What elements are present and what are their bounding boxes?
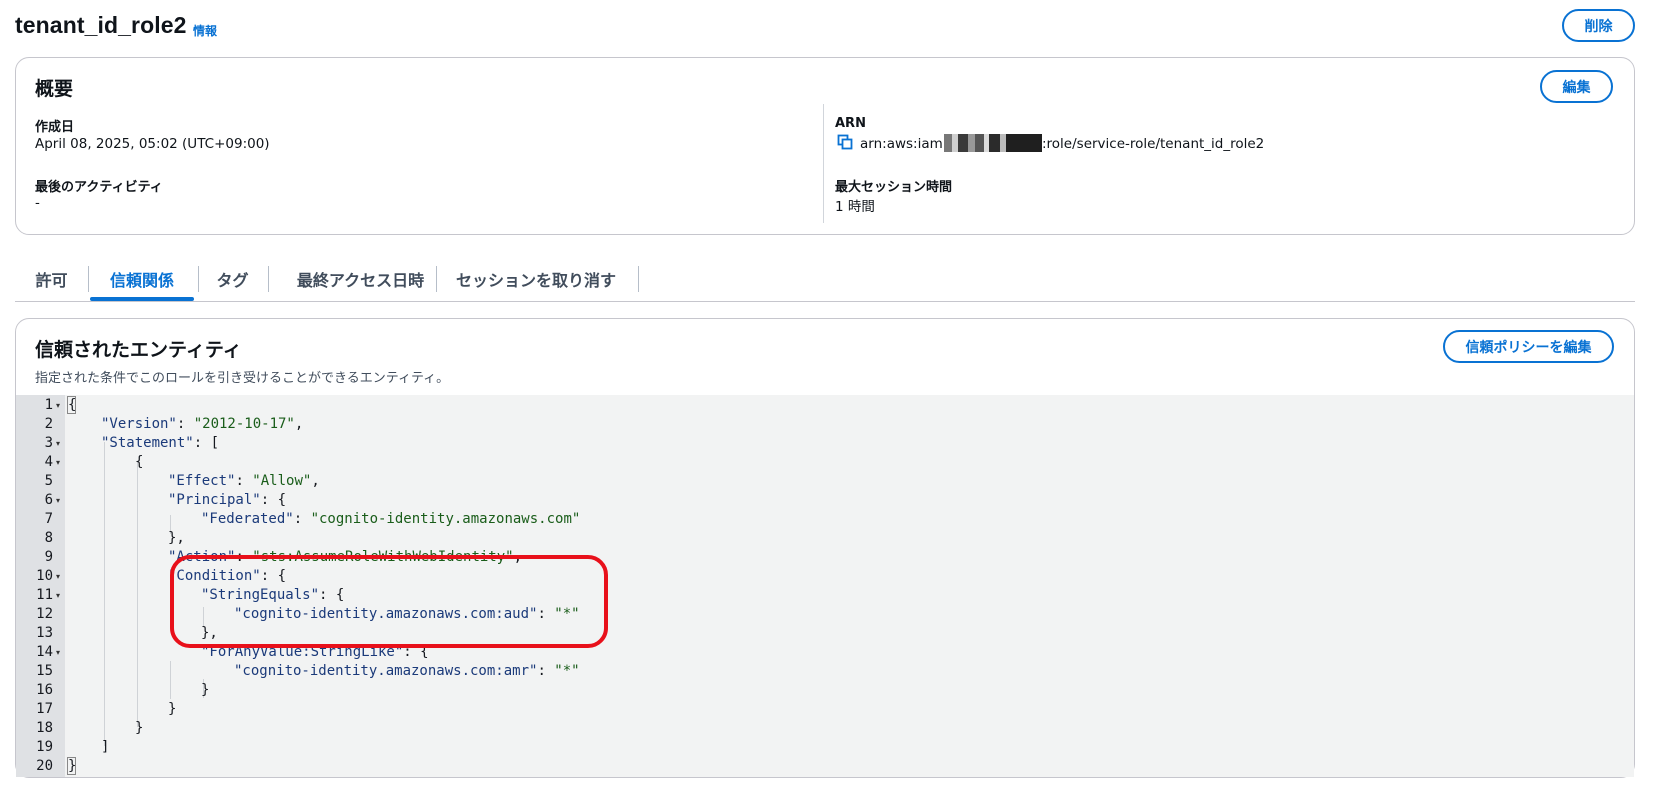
arn-label: ARN [835,116,866,131]
code-line: "Principal": { [168,492,287,508]
last-activity-label: 最後のアクティビティ [35,180,163,195]
fold-toggle-icon[interactable]: ▾ [56,643,60,662]
fold-toggle-icon[interactable]: ▾ [56,491,60,510]
arn-suffix: :role/service-role/tenant_id_role2 [1042,136,1265,152]
line-number: 18 [36,720,53,736]
line-number: 15 [36,663,53,679]
code-line: "Statement": [ [101,435,220,451]
tab-permissions[interactable]: 許可 [33,256,70,301]
code-line: } [135,720,144,736]
code-token: "Allow" [252,473,312,489]
code-token: "Statement" [101,435,194,451]
trusted-entities-description: 指定された条件でこのロールを引き受けることができるエンティティ。 [35,371,450,386]
summary-title: 概要 [35,78,74,100]
tab-separator [88,266,89,292]
trusted-entities-title: 信頼されたエンティティ [35,339,242,361]
condition-highlight-box [170,555,608,648]
line-number: 13 [36,625,53,641]
arn-prefix: arn:aws:iam:: [860,136,952,152]
tab-separator [198,266,199,292]
indent-guide [170,661,171,699]
code-line: "Version": "2012-10-17", [101,416,304,432]
line-number: 2 [44,416,53,432]
tab-bar: 許可 信頼関係 タグ 最終アクセス日時 セッションを取り消す [15,256,1635,302]
info-link[interactable]: 情報 [193,22,217,39]
line-number: 5 [44,473,53,489]
code-token: "Effect" [168,473,236,489]
tab-trust-relationships[interactable]: 信頼関係 [90,256,194,301]
indent-guide [104,442,105,746]
code-token: { [68,397,77,413]
fold-toggle-icon[interactable]: ▾ [56,434,60,453]
code-token: "cognito-identity.amazonaws.com" [310,511,581,527]
line-number: 17 [36,701,53,717]
delete-button[interactable]: 削除 [1562,9,1635,42]
code-line: { [68,396,76,415]
code-token: "*" [554,663,580,679]
fold-toggle-icon[interactable]: ▾ [56,453,60,472]
line-number: 16 [36,682,53,698]
fold-toggle-icon[interactable]: ▾ [56,567,60,586]
page-title: tenant_id_role2 [15,12,187,38]
line-number: 9 [44,549,53,565]
max-session-label: 最大セッション時間 [835,180,953,195]
line-number: 10 [36,568,53,584]
code-line: "cognito-identity.amazonaws.com:amr": "*… [234,663,580,679]
code-token: "cognito-identity.amazonaws.com:amr" [234,663,538,679]
line-number: 6 [44,492,53,508]
code-token: "2012-10-17" [193,416,295,432]
line-number: 8 [44,530,53,546]
code-line: } [201,682,210,698]
code-line: }, [168,530,185,546]
code-token: "Principal" [168,492,261,508]
code-line: ] [101,739,110,755]
created-value: April 08, 2025, 05:02 (UTC+09:00) [35,136,270,152]
summary-divider [823,104,824,223]
code-token: "Federated" [201,511,294,527]
tab-revoke-sessions[interactable]: セッションを取り消す [450,256,622,301]
tab-tags[interactable]: タグ [210,256,255,301]
tab-separator [436,266,437,292]
line-number: 12 [36,606,53,622]
line-number: 11 [36,587,53,603]
redacted-account-id [944,134,1042,152]
line-number: 19 [36,739,53,755]
code-line: } [68,757,76,776]
active-tab-indicator [90,297,194,301]
line-number: 3 [44,435,53,451]
code-line: "Federated": "cognito-identity.amazonaws… [201,511,581,527]
line-number: 14 [36,644,53,660]
tab-separator [268,266,269,292]
line-number: 7 [44,511,53,527]
line-number: 1 [44,397,53,413]
fold-toggle-icon[interactable]: ▾ [56,396,60,415]
copy-icon[interactable] [837,134,853,150]
line-number: 20 [36,758,53,774]
tab-last-accessed[interactable]: 最終アクセス日時 [283,256,438,301]
code-token: "Version" [101,416,177,432]
tab-separator [638,266,639,292]
edit-trust-policy-button[interactable]: 信頼ポリシーを編集 [1443,330,1614,363]
max-session-value: 1 時間 [835,199,875,215]
edit-button[interactable]: 編集 [1540,70,1613,103]
code-line: } [168,701,177,717]
indent-guide [137,461,138,727]
last-activity-value: - [35,195,40,211]
line-number: 4 [44,454,53,470]
code-token: } [68,758,77,774]
fold-toggle-icon[interactable]: ▾ [56,586,60,605]
created-label: 作成日 [35,120,75,135]
code-line: "Effect": "Allow", [168,473,320,489]
code-line: { [135,454,144,470]
